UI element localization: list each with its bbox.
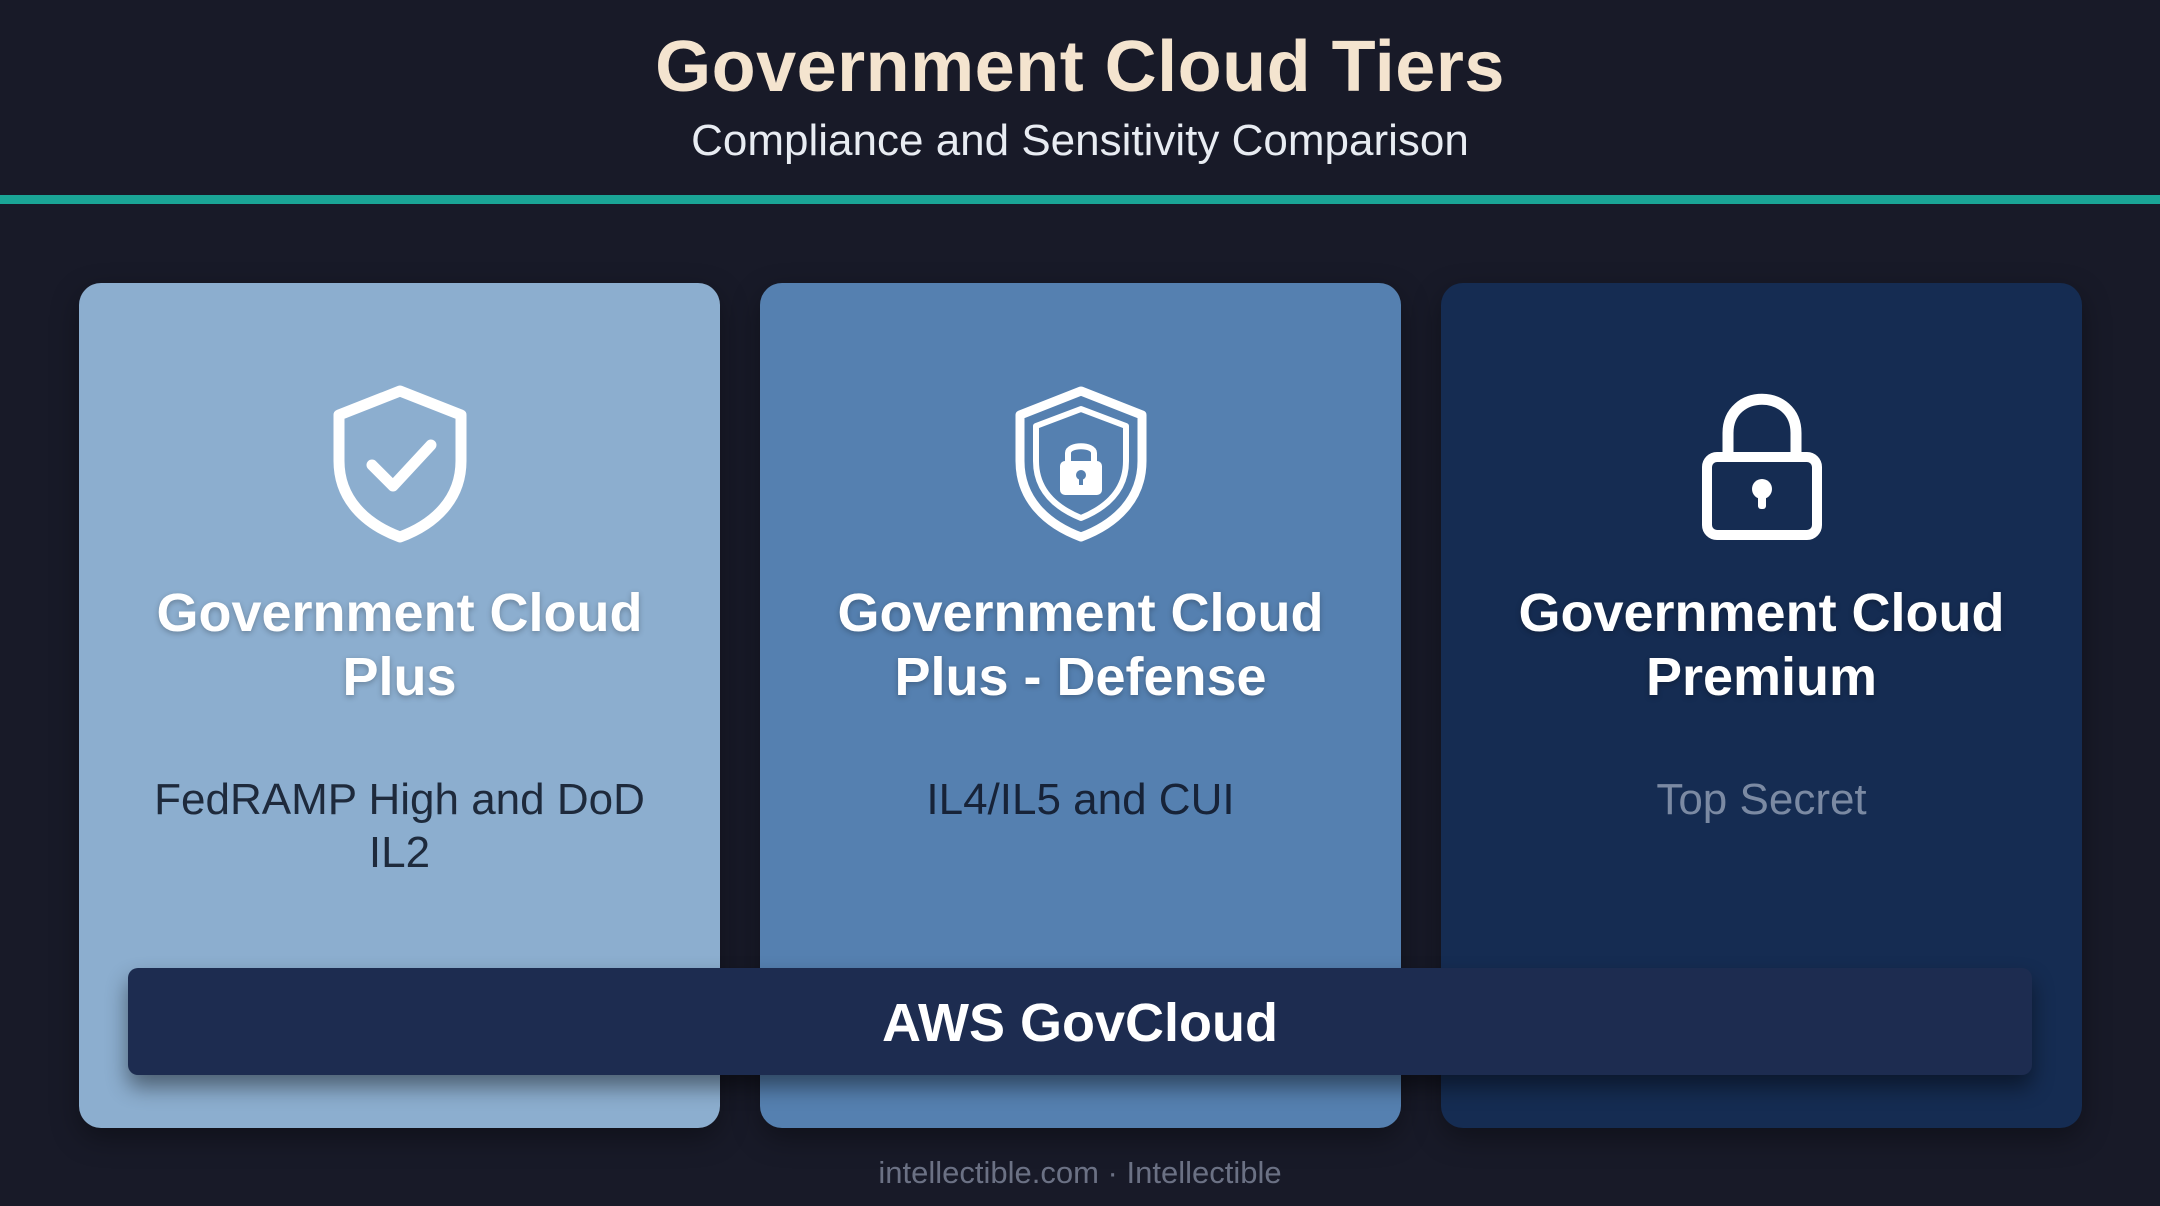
padlock-icon (1687, 383, 1837, 543)
tier-name: Government Cloud Premium (1518, 583, 2005, 707)
banner-label: AWS GovCloud (882, 993, 1278, 1053)
shield-lock-icon (1006, 383, 1156, 543)
header: Government Cloud Tiers Compliance and Se… (0, 0, 2160, 196)
tier-compliance: FedRAMP High and DoD IL2 (154, 775, 645, 877)
tier-compliance: Top Secret (1656, 775, 1867, 824)
tier-name: Government Cloud Plus - Defense (837, 583, 1324, 707)
page-title: Government Cloud Tiers (655, 27, 1505, 107)
accent-divider (0, 195, 2160, 204)
footer-credit: intellectible.com · Intellectible (878, 1155, 1282, 1190)
aws-govcloud-banner: AWS GovCloud (128, 968, 2032, 1075)
shield-check-icon (325, 383, 475, 543)
page-subtitle: Compliance and Sensitivity Comparison (691, 116, 1469, 165)
tier-name: Government Cloud Plus (156, 583, 643, 707)
tier-compliance: IL4/IL5 and CUI (926, 775, 1235, 824)
